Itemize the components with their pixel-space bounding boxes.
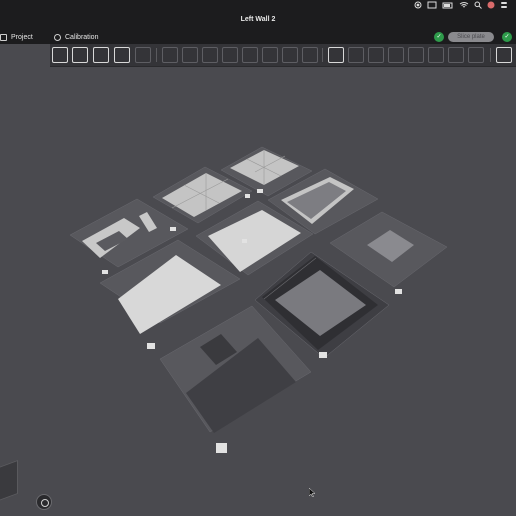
wifi-icon[interactable] (459, 1, 469, 9)
window-title: Left Wall 2 (240, 16, 276, 23)
rotate-icon[interactable] (182, 47, 198, 63)
user-avatar-icon[interactable] (487, 1, 495, 9)
build-plate-viewport[interactable] (0, 66, 516, 516)
target-icon (54, 33, 61, 41)
view-settings-icon[interactable] (448, 47, 464, 63)
object-list-icon[interactable] (496, 47, 512, 63)
brim-ears-icon[interactable] (428, 47, 444, 63)
split-icon[interactable] (135, 47, 151, 63)
title-bar: Left Wall 2 (0, 14, 516, 30)
plate-7[interactable] (329, 211, 448, 288)
plate-layout-icon[interactable] (114, 47, 130, 63)
check-icon[interactable]: ✓ (502, 32, 512, 42)
battery-icon[interactable] (442, 1, 454, 9)
toolbar (50, 44, 516, 67)
cut-icon[interactable] (242, 47, 258, 63)
assembly-icon[interactable] (368, 47, 384, 63)
tab-calibration[interactable]: Calibration (54, 32, 98, 42)
text-tool-icon[interactable] (328, 47, 344, 63)
color-paint-icon[interactable] (408, 47, 424, 63)
measure-icon[interactable] (348, 47, 364, 63)
slice-group: ✓ Slice plate (434, 32, 494, 42)
toolbar-divider (156, 48, 157, 62)
tab-project-label: Project (11, 33, 33, 41)
mouse-cursor-icon (309, 488, 315, 497)
tab-project[interactable]: Project (0, 32, 33, 42)
arrange-icon[interactable] (93, 47, 109, 63)
seam-paint-icon[interactable] (302, 47, 318, 63)
variable-layer-icon[interactable] (388, 47, 404, 63)
display-icon[interactable] (427, 1, 437, 9)
search-icon[interactable] (474, 1, 482, 9)
panel-icon (0, 33, 7, 41)
recenter-icon[interactable] (36, 494, 52, 510)
check-icon[interactable]: ✓ (434, 32, 444, 42)
record-icon[interactable] (414, 1, 422, 9)
add-object-icon[interactable] (52, 47, 68, 63)
move-icon[interactable] (162, 47, 178, 63)
grid-icon[interactable] (72, 47, 88, 63)
tab-calibration-label: Calibration (65, 33, 99, 41)
scale-icon[interactable] (202, 47, 218, 63)
support-paint-icon[interactable] (282, 47, 298, 63)
toolbar-divider (490, 48, 491, 62)
status-tray (414, 1, 508, 9)
tab-bar: Project Calibration ✓ Slice plate ✓ (0, 30, 516, 44)
toolbar-divider (322, 48, 323, 62)
slice-plate-button[interactable]: Slice plate (448, 32, 494, 42)
lay-on-face-icon[interactable] (222, 47, 238, 63)
control-center-icon[interactable] (500, 1, 508, 9)
menu-bar (0, 0, 516, 14)
boolean-icon[interactable] (262, 47, 278, 63)
explode-icon[interactable] (468, 47, 484, 63)
